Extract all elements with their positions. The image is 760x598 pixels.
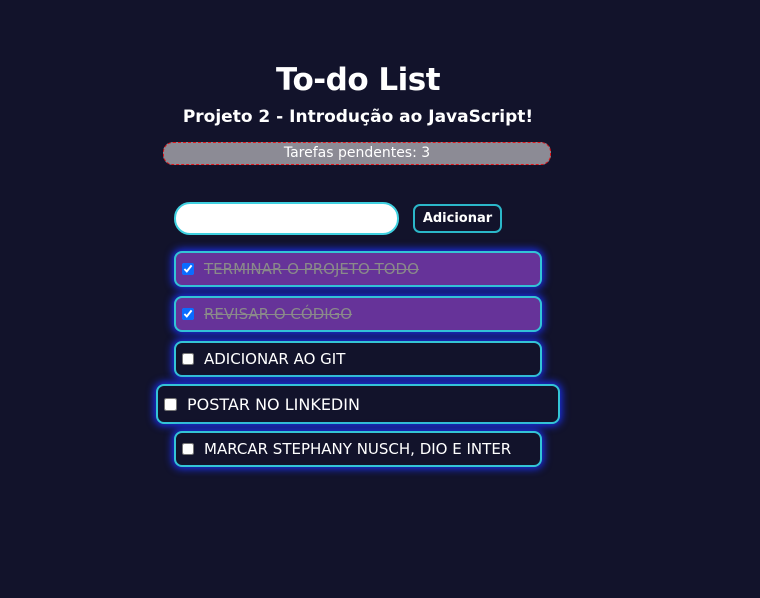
task-checkbox[interactable]: [182, 443, 194, 455]
add-task-button[interactable]: Adicionar: [413, 204, 502, 233]
task-item[interactable]: MARCAR STEPHANY NUSCH, DIO E INTER: [174, 431, 542, 467]
task-checkbox[interactable]: [182, 308, 194, 320]
task-label: ADICIONAR AO GIT: [204, 350, 346, 368]
task-label: TERMINAR O PROJETO TODO: [204, 260, 419, 278]
task-item[interactable]: ADICIONAR AO GIT: [174, 341, 542, 377]
task-input[interactable]: [174, 202, 399, 235]
pending-tasks-counter: Tarefas pendentes: 3: [163, 142, 551, 165]
task-item[interactable]: TERMINAR O PROJETO TODO: [174, 251, 542, 287]
task-label: MARCAR STEPHANY NUSCH, DIO E INTER: [204, 440, 512, 458]
task-checkbox[interactable]: [182, 353, 194, 365]
task-item[interactable]: POSTAR NO LINKEDIN: [156, 384, 560, 424]
task-label: REVISAR O CÓDIGO: [204, 305, 353, 323]
task-checkbox[interactable]: [182, 263, 194, 275]
page-title: To-do List: [275, 62, 441, 98]
task-item[interactable]: REVISAR O CÓDIGO: [174, 296, 542, 332]
page-subtitle: Projeto 2 - Introdução ao JavaScript!: [182, 107, 534, 127]
task-checkbox[interactable]: [164, 397, 177, 411]
task-label: POSTAR NO LINKEDIN: [187, 394, 360, 414]
